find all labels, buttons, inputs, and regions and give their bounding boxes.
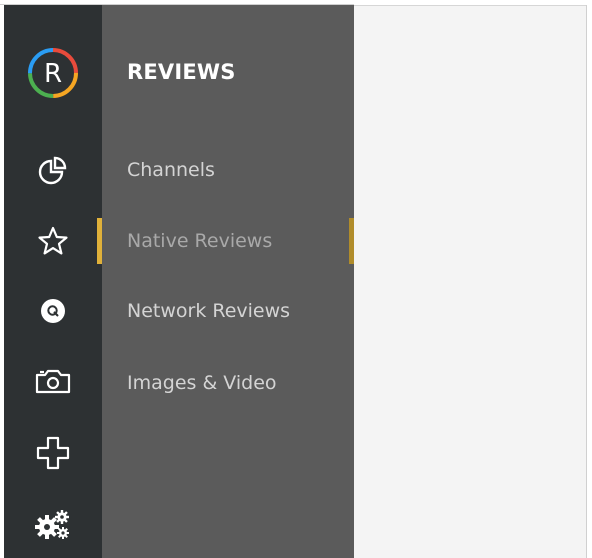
menu-item-label: Images & Video — [127, 372, 277, 394]
star-icon — [37, 226, 69, 256]
app-window: R REVIEWS Channels Native Reviews Networ… — [0, 0, 592, 558]
main-content — [354, 5, 586, 558]
logo-icon: R — [25, 45, 81, 101]
pie-chart-icon — [38, 155, 68, 185]
menu-item-label: Channels — [127, 159, 215, 181]
logo-letter: R — [44, 59, 62, 89]
menu-item-label: Network Reviews — [127, 300, 291, 322]
camera-icon — [35, 367, 71, 395]
rail-reviews-button[interactable] — [4, 216, 102, 266]
plus-cross-icon — [36, 436, 70, 470]
menu-item-label: Native Reviews — [127, 230, 273, 252]
content-right-border — [586, 5, 587, 558]
rail-media-button[interactable] — [4, 356, 102, 406]
menu-item-channels[interactable]: Channels — [102, 147, 354, 193]
rail-settings-button[interactable] — [4, 500, 102, 550]
reviews-panel — [102, 5, 354, 558]
panel-title: REVIEWS — [127, 60, 236, 84]
rail-questions-button[interactable] — [4, 286, 102, 336]
menu-item-native-reviews[interactable]: Native Reviews — [102, 218, 354, 264]
rail-dashboard-button[interactable] — [4, 145, 102, 195]
rail-add-button[interactable] — [4, 428, 102, 478]
settings-gears-icon — [35, 509, 71, 541]
logo-button[interactable]: R — [4, 48, 102, 98]
menu-item-images-video[interactable]: Images & Video — [102, 360, 354, 406]
q-circle-icon — [40, 298, 66, 324]
menu-item-network-reviews[interactable]: Network Reviews — [102, 288, 354, 334]
